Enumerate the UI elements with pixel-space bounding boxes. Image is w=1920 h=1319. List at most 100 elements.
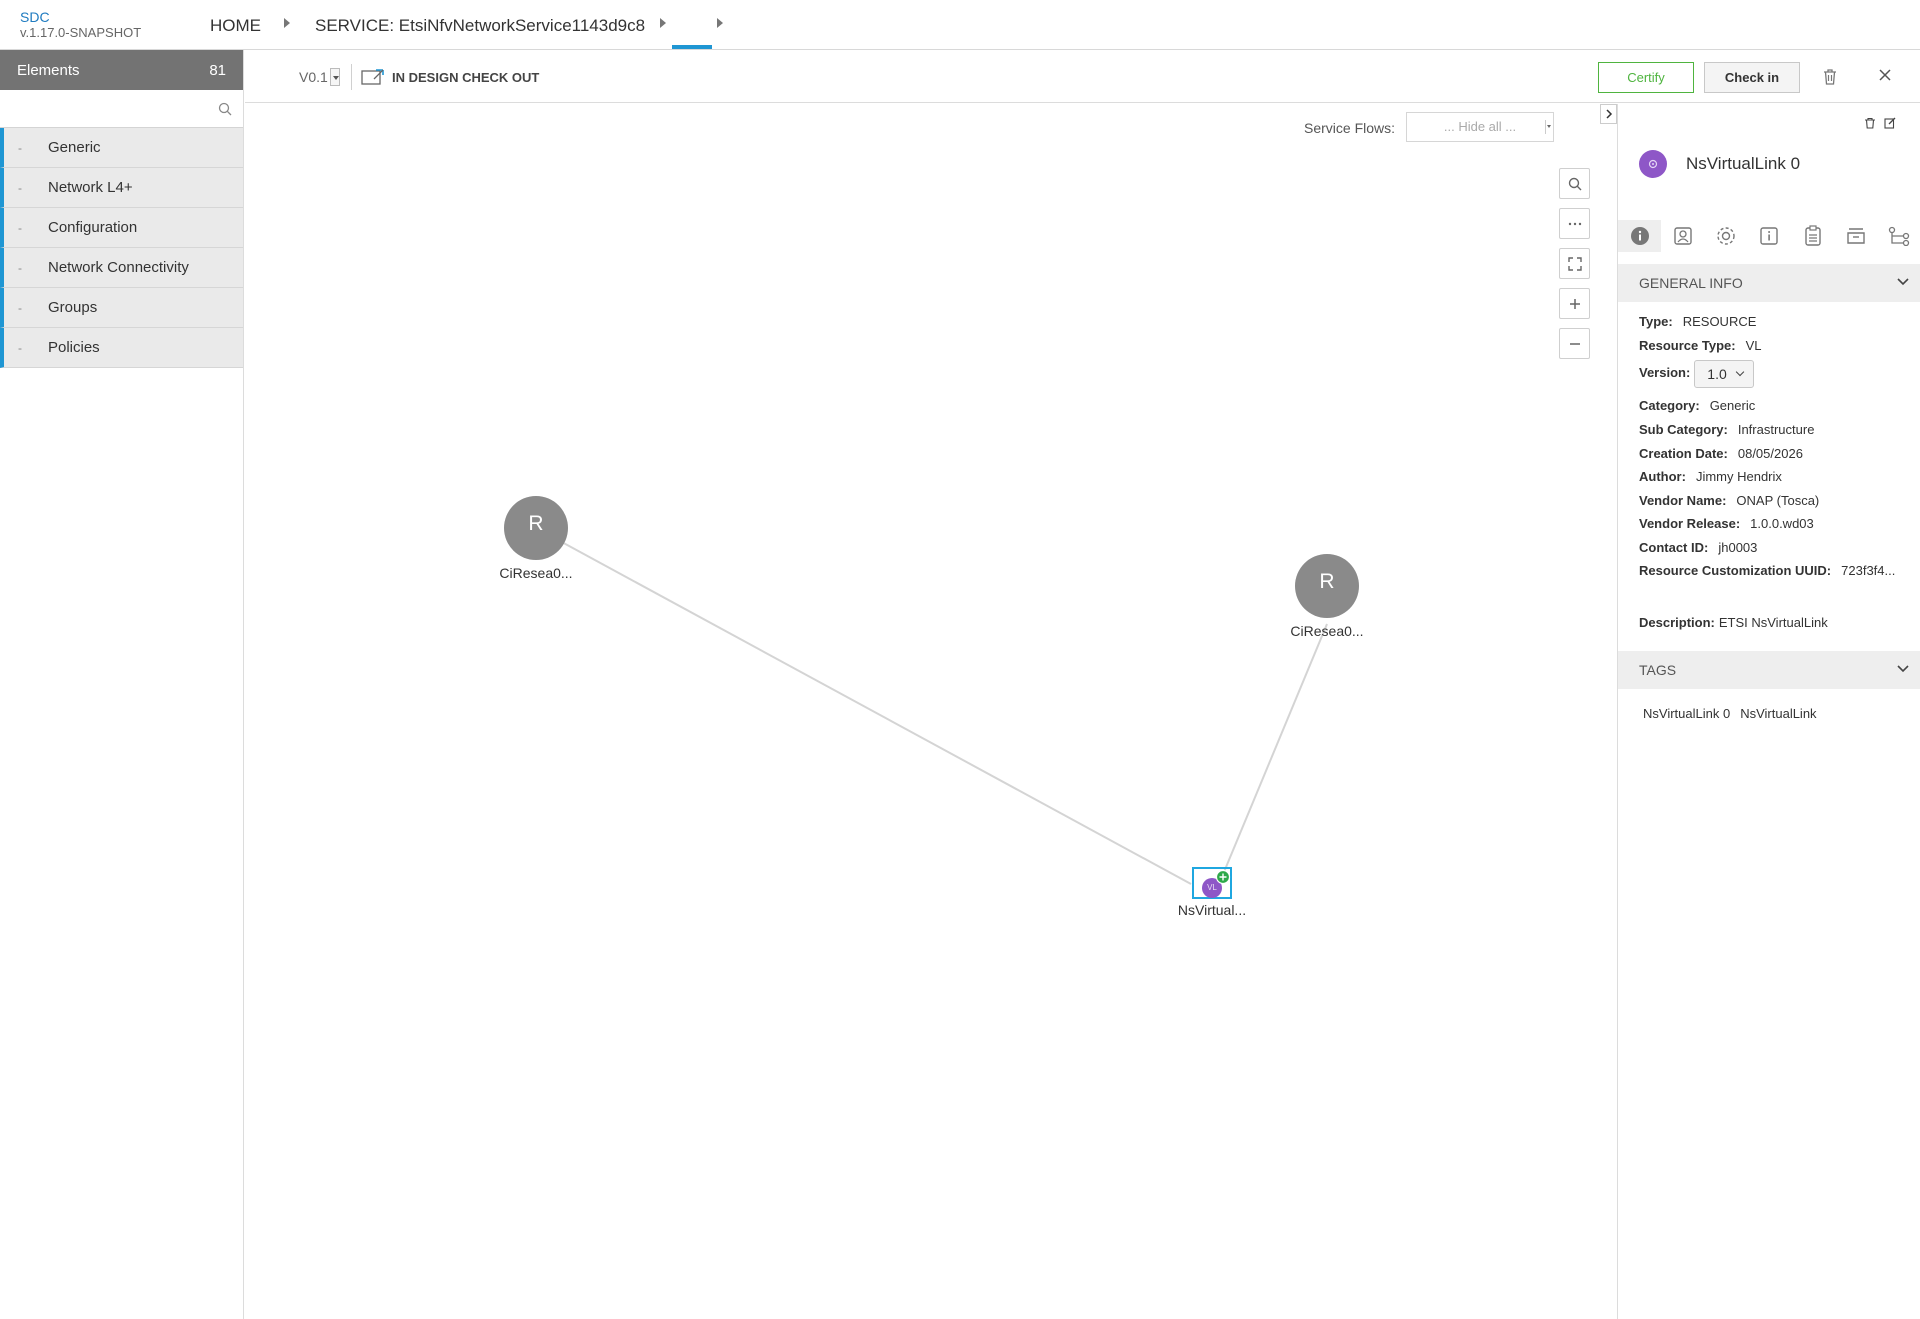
breadcrumb-service[interactable]: SERVICE: EtsiNfvNetworkService1143d9c8: [315, 16, 645, 36]
expand-icon: [1567, 256, 1582, 271]
composition-canvas[interactable]: Service Flows: ... Hide all ... R R VL C…: [245, 104, 1617, 1319]
elements-search: [0, 90, 243, 128]
palette-group-label: Network Connectivity: [48, 259, 189, 276]
info-resource-type: Resource Type: VL: [1639, 338, 1762, 353]
info-contact-id: Contact ID: jh0003: [1639, 540, 1758, 555]
resource-node-circle[interactable]: [1295, 554, 1359, 618]
archive-icon: [1847, 228, 1865, 244]
palette-group-generic[interactable]: - Generic: [0, 128, 243, 168]
collapse-panel-button[interactable]: [1600, 104, 1617, 124]
collapse-icon: -: [18, 300, 22, 315]
tab-properties[interactable]: [1705, 220, 1748, 252]
workspace-toolbar: V0.1 IN DESIGN CHECK OUT Certify Check i…: [245, 50, 1920, 103]
palette-group-policies[interactable]: - Policies: [0, 328, 243, 368]
app-version: v.1.17.0-SNAPSHOT: [20, 25, 142, 40]
zoom-in-button[interactable]: [1559, 288, 1590, 319]
node-letter: R: [528, 512, 544, 535]
palette-group-label: Network L4+: [48, 179, 133, 196]
check-in-button[interactable]: Check in: [1704, 62, 1800, 93]
delete-icon[interactable]: [1822, 68, 1838, 91]
node-letter: VL: [1207, 883, 1217, 892]
search-icon[interactable]: [218, 102, 232, 121]
info-icon: [1630, 227, 1649, 245]
version-dropdown-icon[interactable]: [330, 68, 340, 86]
tag-item: NsVirtualLink: [1740, 706, 1817, 721]
node-letter: R: [1319, 570, 1335, 593]
add-badge-plus: [1219, 873, 1227, 881]
collapse-icon: -: [18, 220, 22, 235]
add-badge-icon[interactable]: [1215, 869, 1231, 885]
tab-requirements[interactable]: [1791, 220, 1834, 252]
elements-search-input[interactable]: [0, 90, 243, 127]
service-flows-select[interactable]: ... Hide all ...: [1406, 112, 1554, 142]
palette-group-label: Configuration: [48, 219, 138, 236]
brand[interactable]: SDC v.1.17.0-SNAPSHOT: [20, 9, 141, 41]
hierarchy-icon: [1889, 226, 1910, 246]
tab-general-info[interactable]: [1618, 220, 1662, 252]
certify-button[interactable]: Certify: [1598, 62, 1694, 93]
close-icon[interactable]: [1878, 68, 1892, 87]
tab-deployment-artifacts[interactable]: [1661, 220, 1704, 252]
tag-item: NsVirtualLink 0: [1643, 706, 1731, 721]
breadcrumb-arrow-icon[interactable]: [660, 18, 666, 28]
dropdown-caret-icon: [1545, 120, 1551, 134]
zoom-out-button[interactable]: [1559, 328, 1590, 359]
tab-information[interactable]: [1748, 220, 1791, 252]
canvas-graph: [504, 496, 1359, 899]
info-sub-category: Sub Category: Infrastructure: [1639, 422, 1815, 437]
selected-node-frame[interactable]: [1192, 867, 1232, 899]
elements-palette: Elements 81 - Generic - Network L4+ - Confi…: [0, 50, 244, 1319]
breadcrumb-home[interactable]: HOME: [210, 16, 261, 36]
palette-group-network-l4[interactable]: - Network L4+: [0, 168, 243, 208]
elements-title: Elements: [17, 61, 80, 79]
lifecycle-status: IN DESIGN CHECK OUT: [392, 70, 540, 85]
info-version: Version: 1.0: [1639, 360, 1755, 388]
tab-api-artifacts[interactable]: [1834, 220, 1877, 252]
canvas-more-button[interactable]: [1559, 208, 1590, 239]
palette-group-label: Generic: [48, 139, 101, 156]
service-flows-value: ... Hide all ...: [1443, 119, 1517, 134]
delete-icon[interactable]: [1864, 116, 1876, 134]
artifacts-icon: [1674, 227, 1692, 245]
service-flows-label: Service Flows:: [1304, 120, 1396, 136]
breadcrumb-arrow-icon[interactable]: [717, 18, 723, 28]
breadcrumb-arrow-icon[interactable]: [284, 18, 290, 28]
tab-composition[interactable]: [1878, 220, 1920, 252]
vl-node-circle[interactable]: [1202, 878, 1222, 898]
edit-icon[interactable]: [1884, 116, 1896, 134]
component-title: NsVirtualLink 0: [1686, 154, 1801, 173]
palette-group-groups[interactable]: - Groups: [0, 288, 243, 328]
relation-link[interactable]: [535, 527, 1192, 885]
collapse-icon: -: [18, 140, 22, 155]
tags-title: TAGS: [1639, 662, 1677, 678]
node-label[interactable]: CiResea0...: [486, 565, 586, 581]
search-icon: [1568, 177, 1581, 190]
info-customization-uuid: Resource Customization UUID: 723f3f4...: [1639, 563, 1896, 578]
version-select[interactable]: 1.0: [1694, 360, 1755, 388]
checkout-status-icon: [361, 68, 387, 91]
general-info-header[interactable]: GENERAL INFO: [1618, 264, 1920, 302]
palette-group-network-connectivity[interactable]: - Network Connectivity: [0, 248, 243, 288]
palette-group-configuration[interactable]: - Configuration: [0, 208, 243, 248]
ellipsis-icon: [1568, 222, 1581, 225]
chevron-down-icon: [1897, 278, 1909, 286]
panel-actions: [1864, 116, 1896, 134]
general-info-title: GENERAL INFO: [1639, 275, 1743, 291]
info-author: Author: Jimmy Hendrix: [1639, 469, 1782, 484]
node-label[interactable]: NsVirtual...: [1162, 902, 1262, 918]
canvas-search-button[interactable]: [1559, 168, 1590, 199]
chevron-right-icon: [1605, 109, 1612, 119]
info-description: Description: ETSI NsVirtualLink: [1639, 615, 1828, 630]
version-label[interactable]: V0.1: [299, 69, 328, 85]
resource-node-circle[interactable]: [504, 496, 568, 560]
node-label[interactable]: CiResea0...: [1277, 623, 1377, 639]
gear-icon: [1717, 227, 1735, 245]
palette-group-label: Policies: [48, 339, 100, 356]
tags-header[interactable]: TAGS: [1618, 651, 1920, 689]
virtual-link-icon: [1648, 159, 1658, 169]
info-vendor-name: Vendor Name: ONAP (Tosca): [1639, 493, 1820, 508]
relation-link[interactable]: [1218, 623, 1328, 885]
info-vendor-release: Vendor Release: 1.0.0.wd03: [1639, 516, 1814, 531]
info-category: Category: Generic: [1639, 398, 1756, 413]
fit-to-screen-button[interactable]: [1559, 248, 1590, 279]
